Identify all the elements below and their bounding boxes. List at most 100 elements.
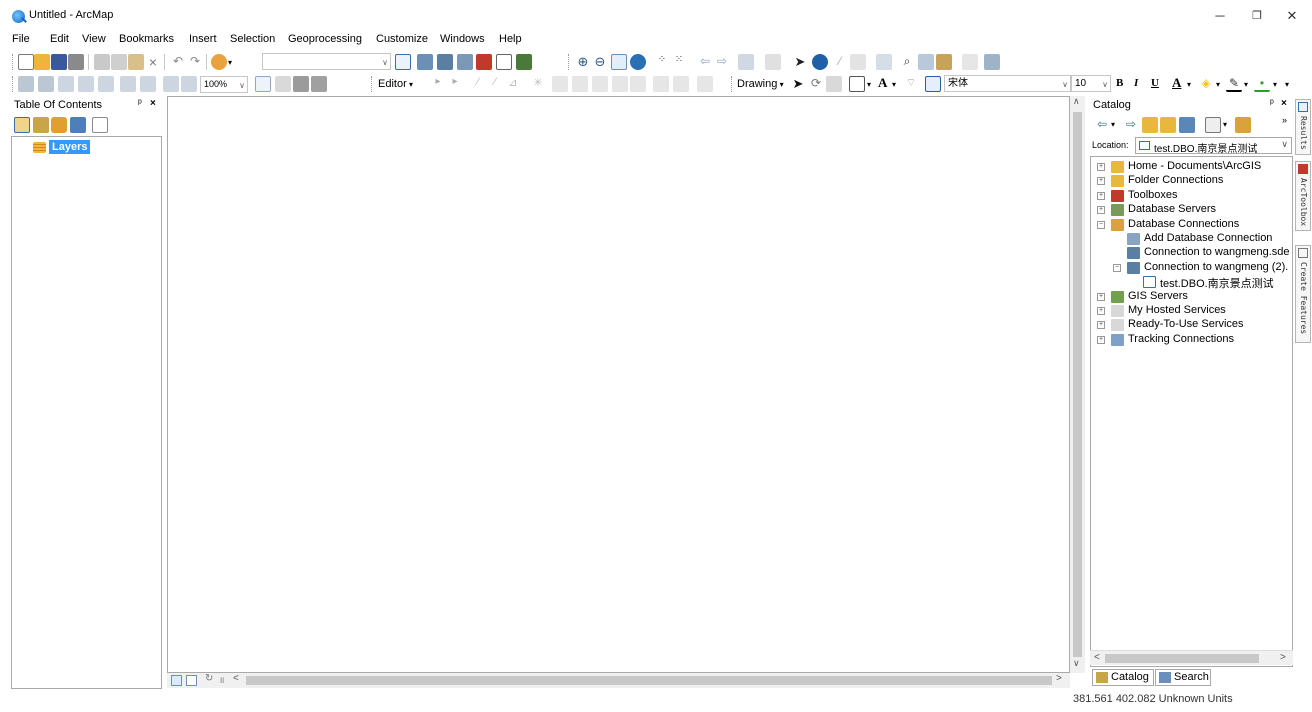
line-color-dropdown-icon[interactable]: ▾ — [1244, 80, 1248, 89]
vertical-scroll-thumb[interactable] — [1073, 112, 1082, 657]
font-color-dropdown-icon[interactable]: ▾ — [1187, 80, 1191, 89]
restore-button[interactable]: ❐ — [1237, 4, 1277, 28]
expand-icon[interactable]: + — [1097, 335, 1105, 344]
table-of-contents-icon[interactable] — [417, 54, 433, 70]
font-icon[interactable] — [925, 76, 941, 92]
cut-polygons-icon[interactable] — [592, 76, 608, 92]
select-features-icon[interactable] — [738, 54, 754, 70]
model-builder-icon[interactable] — [516, 54, 532, 70]
fill-color-dropdown-icon[interactable]: ▾ — [1216, 80, 1220, 89]
expand-icon[interactable]: + — [1097, 177, 1105, 186]
editor-menu[interactable]: Editor ▾ — [378, 78, 413, 90]
zoom-100-icon[interactable] — [98, 76, 114, 92]
expand-icon[interactable]: + — [1097, 163, 1105, 171]
location-combo[interactable]: test.DBO.南京景点测试 ∨ — [1135, 137, 1292, 155]
home-folder-icon[interactable] — [1160, 117, 1176, 133]
zoom-out-icon[interactable]: ⊖ — [592, 54, 608, 70]
clear-selection-icon[interactable] — [765, 54, 781, 70]
scroll-right-icon[interactable]: > — [1056, 673, 1062, 684]
menu-customize[interactable]: Customize — [376, 33, 428, 45]
full-extent-icon[interactable] — [630, 54, 646, 70]
pause-drawing-icon[interactable]: ॥ — [219, 673, 224, 686]
zoom-whole-page-icon[interactable] — [78, 76, 94, 92]
go-back-extent-icon[interactable]: ⇦ — [697, 54, 713, 70]
font-name-combo[interactable]: 宋体 ∨ — [944, 75, 1071, 92]
sketch-properties-icon[interactable] — [673, 76, 689, 92]
horizontal-scroll-thumb[interactable] — [1105, 654, 1259, 663]
rotate-tool-icon[interactable] — [630, 76, 646, 92]
point-icon[interactable]: ✳ — [530, 76, 546, 92]
data-driven-pages-icon[interactable] — [311, 76, 327, 92]
cut-icon[interactable] — [94, 54, 110, 70]
minimize-button[interactable]: ─ — [1200, 4, 1240, 28]
rotate-element-icon[interactable]: ⟳ — [808, 76, 824, 92]
zoom-in-page-icon[interactable] — [18, 76, 34, 92]
catalog-close-icon[interactable]: × — [1281, 98, 1287, 109]
up-one-level-icon[interactable] — [1142, 117, 1158, 133]
fill-color-icon[interactable]: ◈ — [1198, 76, 1214, 92]
tab-results[interactable]: Results — [1295, 99, 1311, 155]
catalog-window-icon[interactable] — [437, 54, 453, 70]
expand-icon[interactable]: + — [1097, 307, 1105, 315]
change-layout-icon[interactable] — [293, 76, 309, 92]
hyperlink-icon[interactable]: ⁄ — [832, 54, 848, 70]
select-elements-icon[interactable]: ➤ — [792, 54, 808, 70]
identify-icon[interactable] — [812, 54, 828, 70]
horizontal-scroll-thumb[interactable] — [246, 676, 1052, 685]
reshape-feature-icon[interactable] — [572, 76, 588, 92]
list-by-selection-icon[interactable] — [70, 117, 86, 133]
menu-windows[interactable]: Windows — [440, 33, 485, 45]
map-vertical-scrollbar[interactable]: ∧ ∨ — [1070, 96, 1085, 673]
toggle-draft-mode-icon[interactable] — [255, 76, 271, 92]
expand-icon[interactable]: + — [1097, 206, 1105, 215]
pan-page-icon[interactable] — [58, 76, 74, 92]
pan-icon[interactable] — [611, 54, 627, 70]
trace-icon[interactable]: ⊿ — [505, 76, 521, 92]
time-slider-icon[interactable] — [962, 54, 978, 70]
select-elements-drawing-icon[interactable]: ➤ — [790, 76, 806, 92]
split-tool-icon[interactable] — [612, 76, 628, 92]
refresh-icon[interactable]: ↻ — [205, 673, 213, 684]
edit-tool-icon[interactable]: ▸ — [430, 76, 446, 92]
map-display[interactable] — [167, 96, 1070, 673]
zoom-to-selected-elements-icon[interactable] — [826, 76, 842, 92]
add-data-dropdown-icon[interactable]: ▾ — [228, 58, 232, 67]
toc-close-icon[interactable]: × — [150, 98, 156, 109]
menu-selection[interactable]: Selection — [230, 33, 275, 45]
tab-arctoolbox[interactable]: ArcToolbox — [1295, 161, 1311, 231]
fixed-zoom-out-icon[interactable]: ⁙ — [671, 54, 687, 70]
drawing-menu[interactable]: Drawing ▾ — [737, 78, 784, 90]
menu-help[interactable]: Help — [499, 33, 522, 45]
html-popup-icon[interactable] — [850, 54, 866, 70]
toc-pin-icon[interactable]: ᵖ — [138, 98, 142, 109]
print-icon[interactable] — [68, 54, 84, 70]
collapse-icon[interactable]: − — [1097, 220, 1105, 229]
delete-icon[interactable]: × — [145, 54, 161, 70]
text-dropdown-icon[interactable]: ▾ — [892, 80, 896, 89]
scroll-up-icon[interactable]: ∧ — [1073, 96, 1080, 107]
list-by-drawing-order-icon[interactable] — [14, 117, 30, 133]
arctoolbox-icon[interactable] — [476, 54, 492, 70]
collapse-icon[interactable]: − — [1113, 263, 1121, 272]
undo-icon[interactable]: ↶ — [170, 54, 186, 70]
rectangle-dropdown-icon[interactable]: ▾ — [867, 80, 871, 89]
toolbar-options-icon[interactable]: ▾ — [1285, 80, 1289, 89]
close-window-button[interactable]: ✕ — [1272, 4, 1312, 28]
tab-create-features[interactable]: Create Features — [1295, 245, 1311, 343]
add-data-icon[interactable] — [211, 54, 227, 70]
attributes-icon[interactable] — [653, 76, 669, 92]
expand-icon[interactable]: + — [1097, 292, 1105, 301]
copy-icon[interactable] — [111, 54, 127, 70]
editor-toolbar-icon[interactable] — [395, 54, 411, 70]
scroll-right-icon[interactable]: > — [1280, 652, 1286, 663]
data-view-button[interactable] — [171, 675, 182, 686]
toolbar-grip[interactable] — [731, 76, 734, 92]
rectangle-icon[interactable] — [849, 76, 865, 92]
measure-icon[interactable] — [876, 54, 892, 70]
expand-icon[interactable]: + — [1097, 321, 1105, 330]
connect-to-folder-icon[interactable] — [1179, 117, 1195, 133]
map-scale-combo[interactable]: ∨ — [262, 53, 391, 70]
new-document-icon[interactable] — [18, 54, 34, 70]
toolbar-grip[interactable] — [568, 54, 571, 70]
fixed-zoom-in-page-icon[interactable] — [120, 76, 136, 92]
